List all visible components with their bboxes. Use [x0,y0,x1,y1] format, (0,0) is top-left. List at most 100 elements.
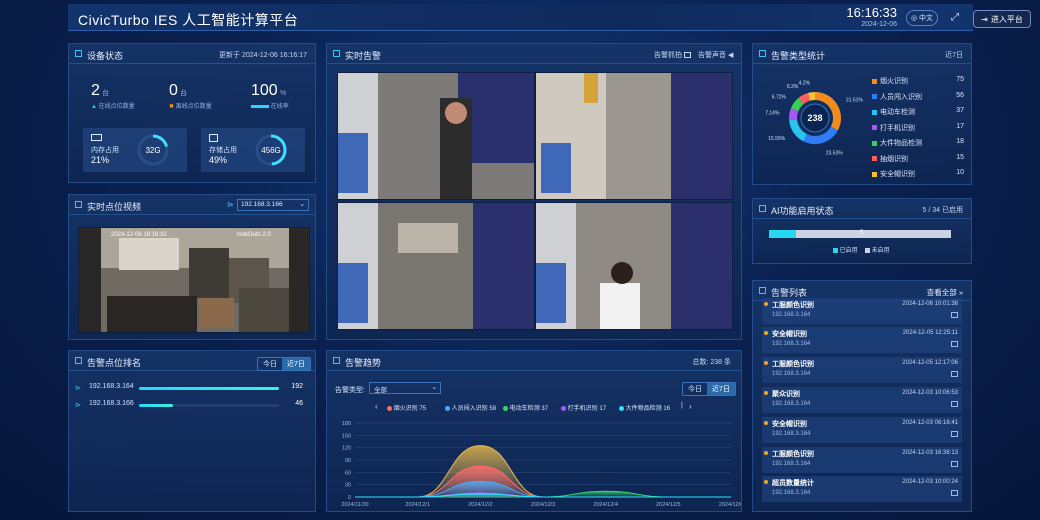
rank-bar [139,387,279,390]
image-icon[interactable] [951,312,958,318]
online-label: ▲ 在线点位数量 [91,104,135,110]
alarm-item-time: 2024-12-03 06:16:41 [902,420,958,426]
y-tick-label: 120 [342,446,351,452]
legend-item[interactable]: 抽烟识别 15 [872,154,964,164]
ai-status-bar-fill [769,230,796,238]
legend-prev-icon[interactable]: ‹ [375,402,378,411]
speaker-icon: ◀ [727,52,734,59]
tab-today[interactable]: 今日 [258,358,282,370]
alarm-item-time: 2024-12-06 10:01:38 [902,301,958,307]
alarm-list-item[interactable]: 工服颜色识别 192.168.3.164 2024-12-05 12:17:06 [762,357,962,383]
image-icon[interactable] [951,431,958,437]
alarm-rank-panel: 告警点位排名 今日 近7日 ⊳ 192.168.3.164 192 ⊳ 192.… [68,350,316,512]
device-status-updated: 更新于 2024-12-06 16:16:17 [219,52,307,59]
offline-label: ✖ 离线点位数量 [169,104,212,110]
alarm-dot-icon [764,302,768,306]
alarm-item-name: 安全帽识别 [772,331,807,338]
trend-legend: 烟火识别 75 人员闯入识别 58 电动车检测 37 打手机识别 17 大件物品… [387,403,679,413]
image-icon[interactable] [951,401,958,407]
filter-label: 告警类型: [335,387,365,394]
alarm-dot-icon [764,391,768,395]
rate-label: 在线率 [251,101,289,110]
rate-bar-icon [251,104,269,108]
alarm-type-select[interactable]: 全部 ⌄ [369,382,441,394]
legend-value: 10 [956,169,964,176]
storage-total: 456G [261,146,281,155]
legend-item[interactable]: 烟火识别 75 [872,76,964,86]
storage-icon [209,134,218,142]
donut-pct-label: 23.53% [826,150,844,156]
y-tick-label: 0 [348,495,351,501]
legend-next-icon[interactable]: › [689,402,692,411]
series-line [354,493,731,498]
live-alarm-title: 实时告警 [345,51,382,61]
storage-box: 存储占用 49% 456G [201,128,305,172]
tab-today[interactable]: 今日 [683,383,707,395]
sound-toggle[interactable]: 告警声音 ◀ [698,50,733,60]
capture-toggle[interactable]: 告警抓拍 [654,50,691,60]
trend-legend-item[interactable]: 人员闯入识别 58 [445,403,496,412]
panel-mark-icon [759,287,766,294]
chevron-down-icon: ⌄ [431,384,437,391]
alarm-snapshot-2[interactable] [535,72,733,200]
camera-ip-select[interactable]: 192.168.3.166 ⌄ [237,199,309,211]
alarm-list-item[interactable]: 超员数量统计 192.168.3.164 2024-12-03 10:00:24 [762,476,962,502]
realtime-video[interactable]: 2024-12-06 16:16:32 lookOuts 2.0 [78,227,310,333]
trend-legend-item[interactable]: 电动车检测 37 [503,403,548,412]
tab-7days[interactable]: 近7日 [707,383,735,395]
image-icon[interactable] [951,461,958,467]
online-count: 2 台 ▲ 在线点位数量 [91,82,135,110]
donut-slice [790,97,804,112]
rank-ip: 192.168.3.164 [89,383,134,390]
legend-item[interactable]: 电动车检测 37 [872,107,964,117]
legend-swatch [872,171,877,177]
y-tick-label: 150 [342,433,351,439]
trend-legend-dot [561,405,566,411]
legend-value: 15 [956,153,964,161]
legend-item[interactable]: 打手机识别 17 [872,123,964,133]
series-area [355,492,731,497]
app-title: CivicTurbo IES 人工智能计算平台 [78,12,299,28]
alarm-list-item[interactable]: 工服颜色识别 192.168.3.164 2024-12-03 16:38:13 [762,447,962,473]
alarm-type-range: 近7日 [945,52,963,59]
trend-legend-item[interactable]: 烟火识别 75 [387,403,426,412]
alarm-trend-total: 总数: 238 条 [692,359,731,366]
enter-platform-button[interactable]: ⇥ 进入平台 [973,10,1031,28]
offline-count: 0 台 ✖ 离线点位数量 [169,82,212,110]
image-icon[interactable] [951,341,958,347]
alarm-item-name: 超员数量统计 [772,480,814,487]
legend-name: 人员闯入识别 [880,93,922,101]
panel-mark-icon [75,201,82,208]
trend-legend-item[interactable]: 大件物品检测 16 [619,403,670,412]
trend-legend-item[interactable]: 打手机识别 17 [561,403,606,412]
fullscreen-icon[interactable]: ⤢ [948,11,962,25]
alarm-snapshot-3[interactable] [337,202,535,330]
alarm-rank-tabs: 今日 近7日 [257,357,311,371]
alarm-snapshot-4[interactable] [535,202,733,330]
ai-status-title: AI功能启用状态 [771,206,834,216]
alarm-item-ip: 192.168.3.164 [772,312,811,318]
alarm-list-item[interactable]: 工服颜色识别 192.168.3.164 2024-12-06 10:01:38 [762,298,962,324]
language-selector[interactable]: ◎ 中文 [906,10,938,26]
legend-item[interactable]: 人员闯入识别 56 [872,92,964,102]
view-all-link[interactable]: 查看全部 » [927,287,963,298]
alarm-item-ip: 192.168.3.164 [772,461,811,467]
alarm-list-item[interactable]: 聚众识别 192.168.3.164 2024-12-03 10:06:53 [762,387,962,413]
tab-7days[interactable]: 近7日 [282,358,310,370]
alarm-snapshot-1[interactable] [337,72,535,200]
legend-item[interactable]: 大件物品检测 18 [872,138,964,148]
legend-name: 安全帽识别 [880,171,915,178]
alarm-list-item[interactable]: 安全帽识别 192.168.3.164 2024-12-05 12:25:11 [762,327,962,353]
legend-item[interactable]: 安全帽识别 10 [872,169,964,179]
image-icon[interactable] [951,371,958,377]
legend-on-swatch [833,247,838,253]
rank-row: ⊳ 192.168.3.166 46 [75,400,309,412]
language-label: 中文 [919,15,934,22]
x-tick-label: 2024/11/30 [341,502,368,508]
alarm-list-item[interactable]: 安全帽识别 192.168.3.164 2024-12-03 06:16:41 [762,417,962,443]
x-tick-label: 2024/12/1 [405,502,429,508]
live-alarm-header: 实时告警 告警抓拍 告警声音 ◀ [327,44,741,64]
image-icon[interactable] [951,490,958,496]
camera-icon: ⊳ [75,402,81,409]
donut-total: 238 [807,113,822,123]
